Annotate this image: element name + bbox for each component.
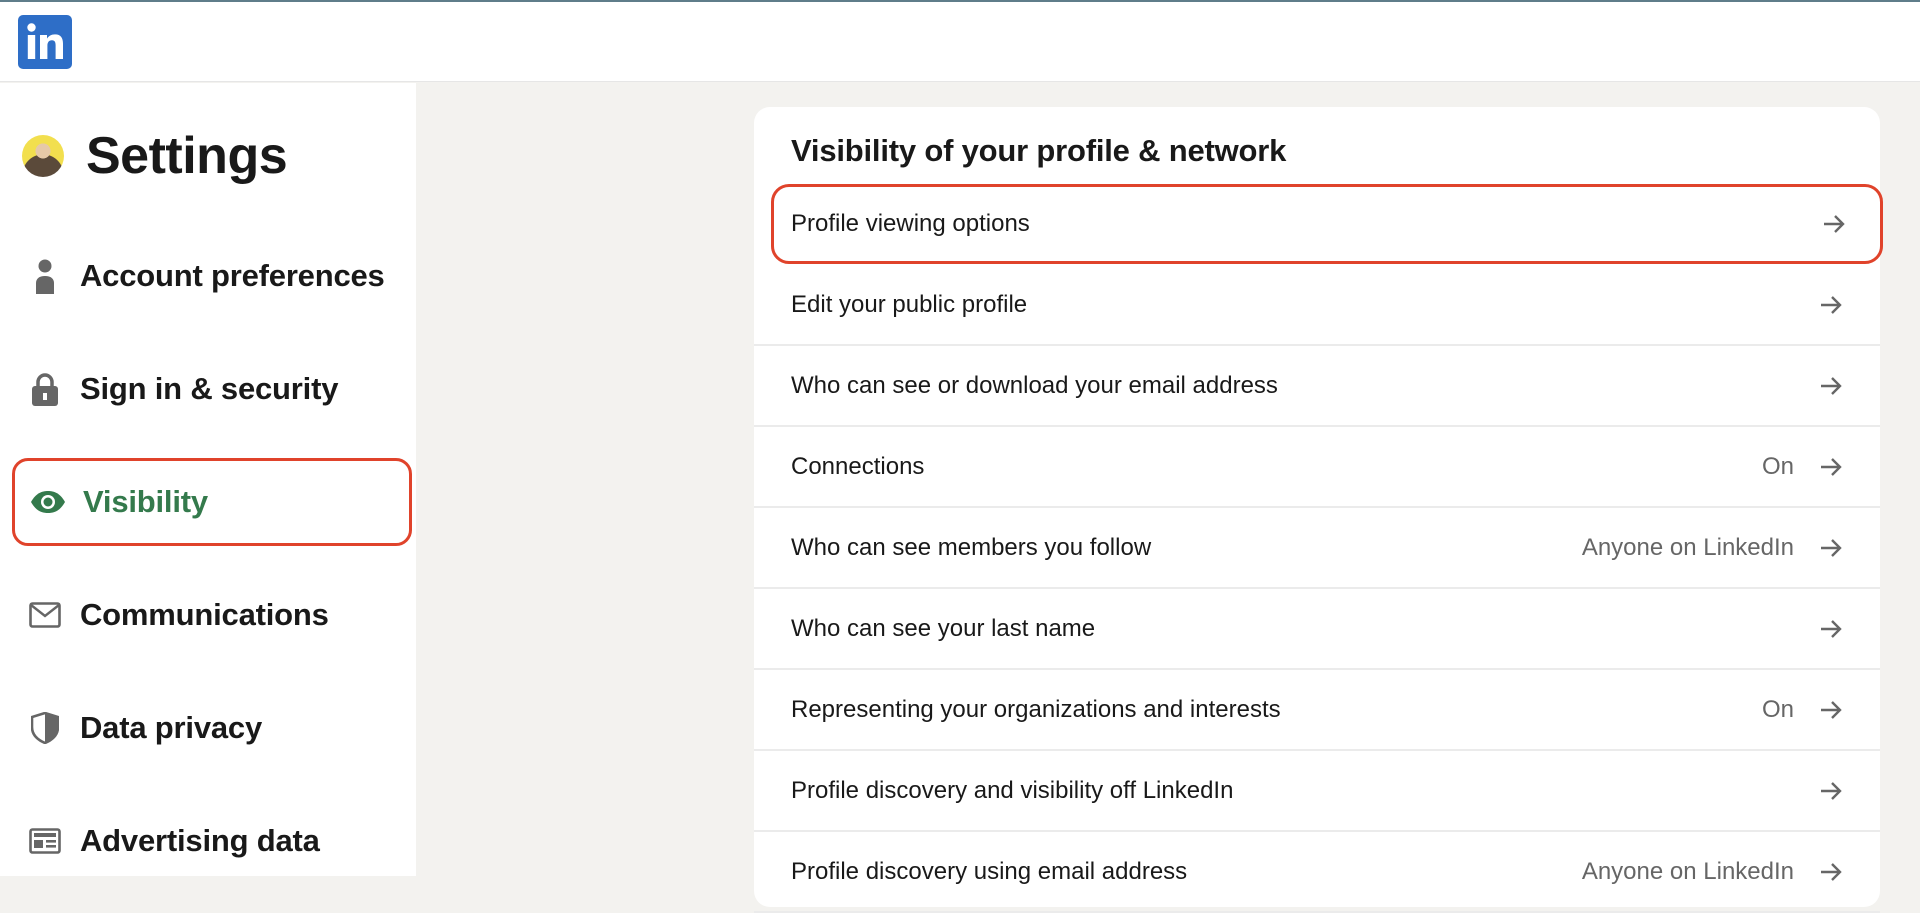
settings-row-discovery-email[interactable]: Profile discovery using email address An… — [754, 833, 1880, 913]
settings-row-discovery-off-linkedin[interactable]: Profile discovery and visibility off Lin… — [754, 752, 1880, 832]
arrow-right-icon — [1818, 454, 1844, 480]
settings-row-connections[interactable]: Connections On — [754, 428, 1880, 508]
settings-row-members-you-follow[interactable]: Who can see members you follow Anyone on… — [754, 509, 1880, 589]
arrow-right-icon — [1818, 859, 1844, 885]
envelope-icon — [20, 595, 70, 635]
ad-card-icon — [20, 821, 70, 861]
arrow-right-icon — [1818, 373, 1844, 399]
sidebar-item-account-preferences[interactable]: Account preferences — [12, 232, 412, 320]
person-icon — [20, 256, 70, 296]
row-label: Profile discovery using email address — [791, 858, 1188, 885]
row-label: Profile viewing options — [791, 210, 1030, 237]
shield-icon — [20, 708, 70, 748]
row-label: Profile discovery and visibility off Lin… — [791, 777, 1234, 804]
sidebar-item-sign-in-security[interactable]: Sign in & security — [12, 345, 412, 433]
row-label: Edit your public profile — [791, 291, 1028, 318]
lock-icon — [20, 369, 70, 409]
sidebar-item-label: Sign in & security — [80, 371, 339, 406]
sidebar-item-visibility[interactable]: Visibility — [12, 458, 412, 546]
top-header — [0, 2, 1920, 82]
sidebar-item-label: Communications — [80, 597, 329, 632]
arrow-right-icon — [1818, 697, 1844, 723]
arrow-right-icon — [1821, 211, 1847, 237]
arrow-right-icon — [1818, 616, 1844, 642]
row-label: Who can see or download your email addre… — [791, 372, 1278, 399]
sidebar-item-label: Visibility — [83, 484, 208, 519]
arrow-right-icon — [1818, 535, 1844, 561]
sidebar-item-advertising-data[interactable]: Advertising data — [12, 797, 412, 885]
page-title: Settings — [86, 127, 288, 185]
visibility-settings-card: Visibility of your profile & network Pro… — [754, 107, 1883, 913]
row-label: Connections — [791, 453, 925, 480]
settings-row-profile-viewing-options[interactable]: Profile viewing options — [771, 184, 1883, 264]
sidebar-item-data-privacy[interactable]: Data privacy — [12, 684, 412, 772]
arrow-right-icon — [1818, 292, 1844, 318]
row-value: On — [1761, 696, 1794, 723]
arrow-right-icon — [1818, 778, 1844, 804]
row-label: Who can see your last name — [791, 615, 1096, 642]
avatar[interactable] — [22, 135, 64, 177]
settings-row-last-name[interactable]: Who can see your last name — [754, 590, 1880, 670]
settings-sidebar: Settings Account preferences Sign in & s… — [0, 83, 416, 876]
eye-icon — [23, 482, 73, 522]
settings-row-email-visibility[interactable]: Who can see or download your email addre… — [754, 347, 1880, 427]
row-value: Anyone on LinkedIn — [1581, 534, 1794, 561]
sidebar-item-label: Advertising data — [80, 823, 320, 858]
sidebar-item-label: Account preferences — [80, 258, 385, 293]
sidebar-item-label: Data privacy — [80, 710, 262, 745]
settings-row-edit-public-profile[interactable]: Edit your public profile — [754, 266, 1880, 346]
row-value: On — [1761, 453, 1794, 480]
row-value: Anyone on LinkedIn — [1581, 858, 1794, 885]
linkedin-in-icon — [27, 23, 63, 59]
section-title: Visibility of your profile & network — [791, 133, 1287, 168]
settings-header: Settings — [22, 127, 288, 185]
linkedin-logo[interactable] — [18, 15, 72, 69]
settings-row-organizations-interests[interactable]: Representing your organizations and inte… — [754, 671, 1880, 751]
row-label: Who can see members you follow — [791, 534, 1152, 561]
row-label: Representing your organizations and inte… — [791, 696, 1281, 723]
sidebar-item-communications[interactable]: Communications — [12, 571, 412, 659]
